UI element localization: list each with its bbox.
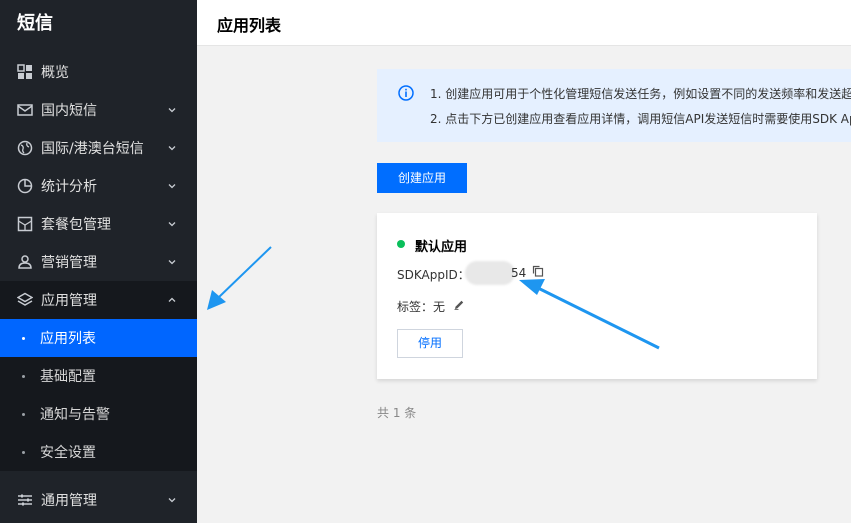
annotation-arrow-left (207, 246, 272, 310)
sidebar-item-domestic-sms[interactable]: 国内短信 (0, 91, 197, 129)
sidebar-subitem-notifications[interactable]: 通知与告警 (0, 395, 197, 433)
bullet-dot (22, 374, 25, 378)
info-notice: 1. 创建应用可用于个性化管理短信发送任务，例如设置不同的发送频率和发送超 2.… (377, 69, 851, 142)
sidebar-item-label: 营销管理 (41, 255, 97, 271)
sidebar-item-label: 概览 (41, 65, 69, 81)
create-app-button[interactable]: 创建应用 (377, 163, 467, 193)
sidebar-item-marketing[interactable]: 营销管理 (0, 243, 197, 281)
user-group-icon (17, 254, 33, 270)
sidebar-subitem-label: 通知与告警 (40, 407, 110, 423)
chevron-down-icon (167, 219, 177, 229)
sidebar: 短信 概览 国内短信 国际/港澳台短信 统计分析 套餐包管理 营销管理 应用管理… (0, 0, 197, 523)
sidebar-item-label: 应用管理 (41, 293, 97, 309)
app-name: 默认应用 (415, 240, 468, 255)
sidebar-subitem-app-list[interactable]: 应用列表 (0, 319, 197, 357)
total-count: 共 1 条 (377, 406, 417, 420)
globe-icon (17, 140, 33, 156)
sidebar-item-overview[interactable]: 概览 (0, 53, 197, 91)
notice-line-2: 2. 点击下方已创建应用查看应用详情，调用短信API发送短信时需要使用SDK A… (430, 112, 851, 126)
sdk-app-id-value: 54 (511, 266, 527, 280)
sidebar-subitem-label: 安全设置 (40, 445, 96, 461)
bullet-dot (22, 450, 25, 454)
sidebar-item-label: 国际/港澳台短信 (41, 141, 144, 157)
sidebar-item-international-sms[interactable]: 国际/港澳台短信 (0, 129, 197, 167)
page-header: 应用列表 (197, 0, 851, 46)
sidebar-item-app-management[interactable]: 应用管理 (0, 281, 197, 319)
disable-app-button[interactable]: 停用 (397, 329, 463, 358)
info-icon (398, 85, 414, 101)
sidebar-item-package[interactable]: 套餐包管理 (0, 205, 197, 243)
sidebar-item-label: 套餐包管理 (41, 217, 111, 233)
page-title: 应用列表 (217, 16, 282, 35)
sidebar-subitem-security[interactable]: 安全设置 (0, 433, 197, 471)
sidebar-subitem-label: 基础配置 (40, 369, 96, 385)
sidebar-item-general-management[interactable]: 通用管理 (0, 481, 197, 519)
sidebar-subitem-label: 应用列表 (40, 331, 96, 347)
chevron-down-icon (167, 495, 177, 505)
sidebar-subitem-basic-config[interactable]: 基础配置 (0, 357, 197, 395)
tag-value: 无 (433, 300, 446, 314)
pie-chart-icon (17, 178, 33, 194)
edit-pencil-icon[interactable] (453, 299, 465, 311)
chevron-down-icon (167, 181, 177, 191)
package-icon (17, 216, 33, 232)
chevron-up-icon (167, 295, 177, 305)
sidebar-item-label: 通用管理 (41, 493, 97, 509)
notice-line-1: 1. 创建应用可用于个性化管理短信发送任务，例如设置不同的发送频率和发送超 (430, 87, 851, 101)
dashboard-icon (17, 64, 33, 80)
sidebar-brand: 短信 (17, 13, 53, 34)
sdk-app-id-label: SDKAppID： (397, 268, 470, 282)
status-dot (397, 240, 405, 248)
bullet-dot (22, 412, 25, 416)
layers-icon (17, 292, 33, 308)
bullet-dot (22, 336, 25, 340)
sidebar-item-statistics[interactable]: 统计分析 (0, 167, 197, 205)
app-card[interactable]: 默认应用 SDKAppID： 54 标签： 无 停用 (377, 213, 817, 379)
chevron-down-icon (167, 105, 177, 115)
copy-icon[interactable] (532, 265, 544, 277)
sdk-app-id-redacted (465, 261, 515, 285)
sidebar-item-label: 国内短信 (41, 103, 97, 119)
sliders-icon (17, 492, 33, 508)
chevron-down-icon (167, 257, 177, 267)
sidebar-item-label: 统计分析 (41, 179, 97, 195)
chevron-down-icon (167, 143, 177, 153)
mail-icon (17, 102, 33, 118)
tag-label: 标签： (397, 300, 434, 314)
